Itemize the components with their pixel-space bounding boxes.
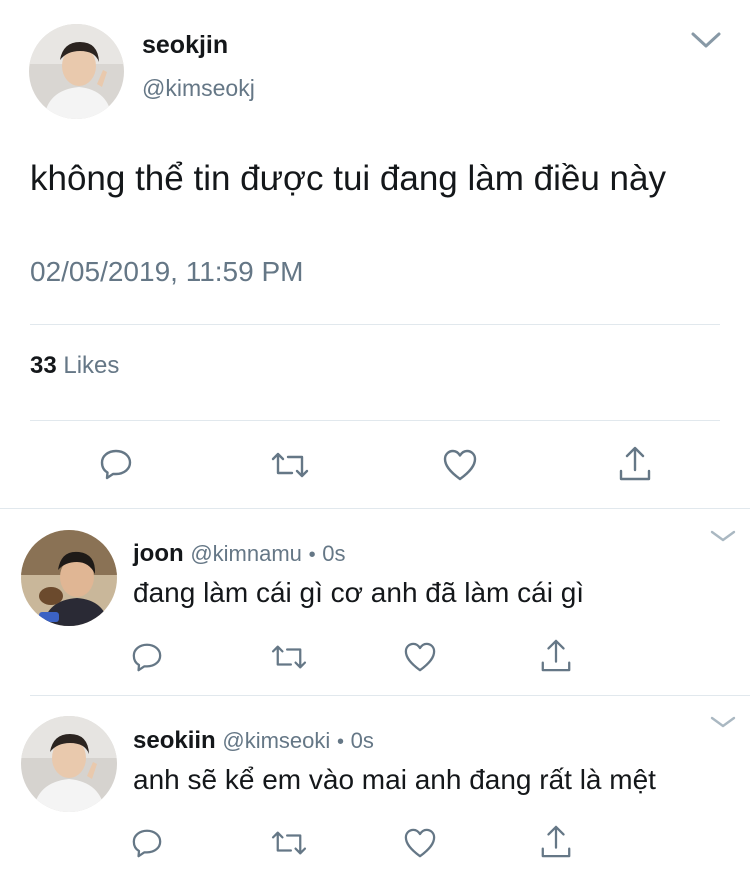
reply-header: seokiin @kimseoki • 0s bbox=[133, 727, 374, 755]
reply-text: anh sẽ kể em vào mai anh đang rất là mệt bbox=[133, 764, 656, 795]
likes-count: 33 bbox=[30, 352, 57, 379]
chevron-down-icon[interactable] bbox=[709, 528, 737, 544]
tweet-text: không thể tin được tui đang làm điều này bbox=[30, 159, 666, 198]
handle[interactable]: @kimnamu bbox=[190, 541, 302, 566]
avatar[interactable] bbox=[21, 530, 117, 626]
reply-icon[interactable] bbox=[131, 641, 163, 673]
likes-stat[interactable]: 33 Likes bbox=[30, 352, 119, 380]
reply-text: đang làm cái gì cơ anh đã làm cái gì bbox=[133, 577, 585, 608]
reply-icon[interactable] bbox=[99, 447, 133, 481]
timestamp[interactable]: 0s bbox=[351, 728, 374, 753]
retweet-icon[interactable] bbox=[270, 449, 310, 481]
avatar[interactable] bbox=[21, 716, 117, 812]
display-name[interactable]: seokiin bbox=[133, 727, 216, 754]
share-icon[interactable] bbox=[539, 638, 573, 674]
chevron-down-icon[interactable] bbox=[690, 30, 722, 50]
section-divider bbox=[30, 695, 750, 696]
retweet-icon[interactable] bbox=[270, 642, 308, 672]
like-icon[interactable] bbox=[403, 827, 437, 859]
timestamp[interactable]: 0s bbox=[322, 541, 345, 566]
display-name[interactable]: seokjin bbox=[142, 31, 228, 60]
timestamp[interactable]: 02/05/2019, 11:59 PM bbox=[30, 256, 303, 288]
separator: • bbox=[336, 731, 344, 753]
likes-label: Likes bbox=[63, 352, 120, 379]
share-icon[interactable] bbox=[617, 445, 653, 483]
divider bbox=[30, 324, 720, 325]
like-icon[interactable] bbox=[403, 641, 437, 673]
retweet-icon[interactable] bbox=[270, 828, 308, 858]
handle[interactable]: @kimseoki bbox=[222, 728, 330, 753]
share-icon[interactable] bbox=[539, 824, 573, 860]
avatar[interactable] bbox=[29, 24, 124, 119]
display-name[interactable]: joon bbox=[133, 540, 184, 567]
reply-icon[interactable] bbox=[131, 827, 163, 859]
like-icon[interactable] bbox=[442, 448, 478, 482]
section-divider bbox=[0, 508, 750, 509]
chevron-down-icon[interactable] bbox=[709, 714, 737, 730]
separator: • bbox=[308, 544, 316, 566]
handle[interactable]: @kimseokj bbox=[142, 75, 255, 102]
reply-header: joon @kimnamu • 0s bbox=[133, 540, 346, 568]
divider bbox=[30, 420, 720, 421]
